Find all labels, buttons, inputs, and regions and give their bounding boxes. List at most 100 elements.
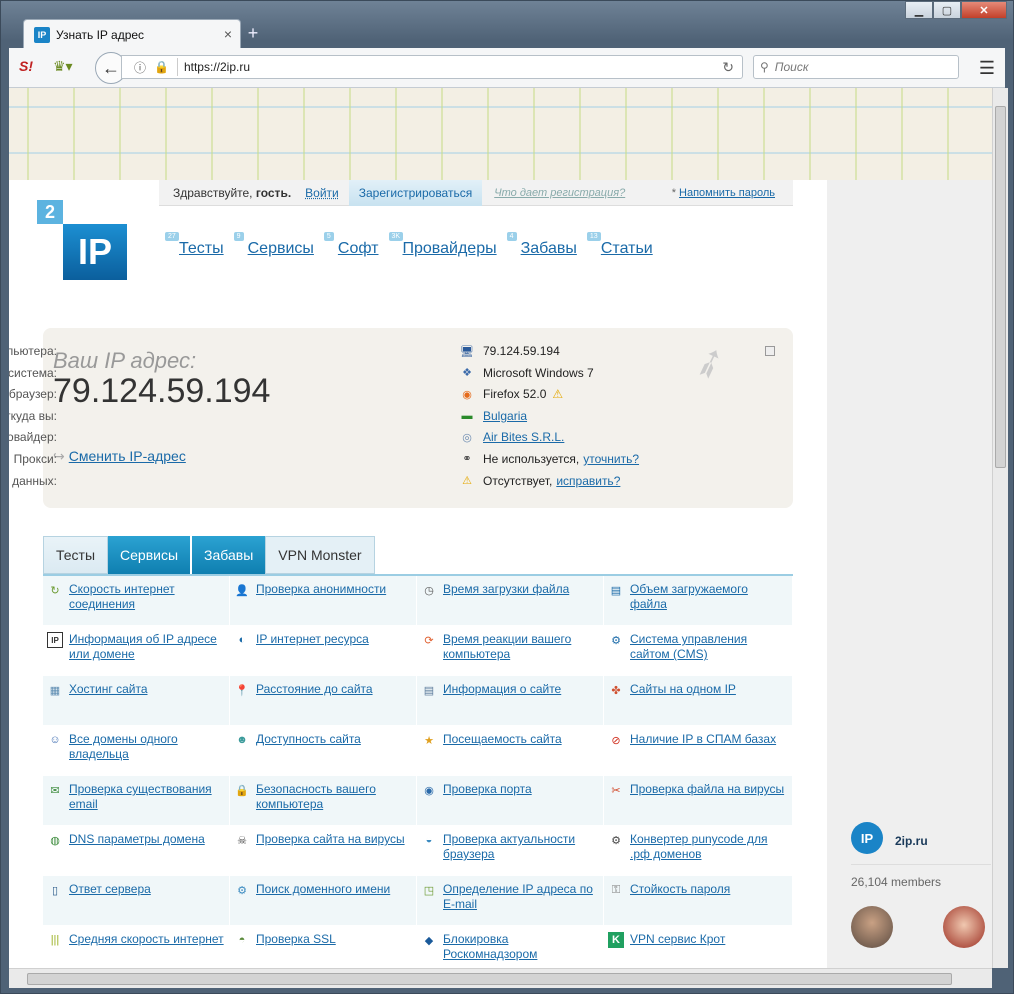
- tab-1[interactable]: Сервисы: [108, 536, 191, 574]
- service-link[interactable]: Информация об IP адресе или домене: [69, 632, 225, 675]
- nav-link[interactable]: Тесты: [179, 240, 224, 257]
- service-item[interactable]: ⚙ Система управления сайтом (CMS): [604, 626, 793, 676]
- service-item[interactable]: ⟳ Время реакции вашего компьютера: [417, 626, 604, 676]
- service-item[interactable]: 👤 Проверка анонимности: [230, 576, 417, 626]
- avatar[interactable]: [943, 906, 985, 948]
- login-link[interactable]: Войти: [305, 186, 339, 200]
- service-link[interactable]: Безопасность вашего компьютера: [256, 782, 412, 825]
- info-action-link[interactable]: исправить?: [556, 474, 620, 488]
- service-link[interactable]: Ответ сервера: [69, 882, 151, 925]
- service-item[interactable]: ◳ Определение IP адреса по E-mail: [417, 876, 604, 926]
- service-item[interactable]: ✤ Сайты на одном IP: [604, 676, 793, 726]
- service-item[interactable]: ||| Средняя скорость интернет: [43, 926, 230, 968]
- service-item[interactable]: 🔒 Безопасность вашего компьютера: [230, 776, 417, 826]
- widget-logo[interactable]: IP: [851, 822, 883, 854]
- nav-link[interactable]: Провайдеры: [403, 240, 497, 257]
- tab-2[interactable]: Забавы: [192, 536, 266, 574]
- registration-info-link[interactable]: Что дает регистрация?: [494, 187, 625, 199]
- service-link[interactable]: Проверка анонимности: [256, 582, 386, 625]
- menu-icon[interactable]: ☰: [979, 58, 995, 79]
- close-tab-icon[interactable]: ×: [224, 26, 232, 42]
- service-link[interactable]: IP интернет ресурса: [256, 632, 369, 675]
- service-item[interactable]: ☠ Проверка сайта на вирусы: [230, 826, 417, 876]
- service-item[interactable]: ◆ Блокировка Роскомнадзором: [417, 926, 604, 968]
- service-link[interactable]: DNS параметры домена: [69, 832, 205, 875]
- service-item[interactable]: ⚙ Конвертер punycode для .рф доменов: [604, 826, 793, 876]
- vertical-scrollbar[interactable]: [992, 88, 1008, 968]
- service-link[interactable]: Время загрузки файла: [443, 582, 569, 625]
- addon-sj-icon[interactable]: S!: [19, 58, 33, 74]
- service-link[interactable]: Наличие IP в СПАМ базах: [630, 732, 776, 775]
- service-link[interactable]: Все домены одного владельца: [69, 732, 225, 775]
- service-link[interactable]: Скорость интернет соединения: [69, 582, 225, 625]
- service-item[interactable]: ✉ Проверка существования email: [43, 776, 230, 826]
- service-link[interactable]: Проверка SSL: [256, 932, 336, 968]
- service-item[interactable]: ⚿ Стойкость пароля: [604, 876, 793, 926]
- register-button[interactable]: Зарегистрироваться: [348, 179, 483, 206]
- service-link[interactable]: Средняя скорость интернет: [69, 932, 224, 968]
- site-logo[interactable]: 2 IP: [37, 200, 129, 284]
- service-item[interactable]: ◓ Проверка SSL: [230, 926, 417, 968]
- service-item[interactable]: ◐ IP интернет ресурса: [230, 626, 417, 676]
- service-link[interactable]: Доступность сайта: [256, 732, 361, 775]
- service-item[interactable]: ◒ Проверка актуальности браузера: [417, 826, 604, 876]
- service-link[interactable]: Проверка файла на вирусы: [630, 782, 784, 825]
- service-item[interactable]: IP Информация об IP адресе или домене: [43, 626, 230, 676]
- nav-item[interactable]: 27 Тесты: [165, 232, 224, 258]
- service-item[interactable]: ◍ DNS параметры домена: [43, 826, 230, 876]
- service-link[interactable]: Система управления сайтом (CMS): [630, 632, 788, 675]
- change-ip-link[interactable]: Сменить IP-адрес: [69, 448, 186, 464]
- nav-item[interactable]: 5 Софт: [323, 232, 379, 258]
- service-item[interactable]: ☻ Доступность сайта: [230, 726, 417, 776]
- service-link[interactable]: Поиск доменного имени: [256, 882, 390, 925]
- new-tab-button[interactable]: +: [243, 23, 263, 44]
- service-item[interactable]: ☺ Все домены одного владельца: [43, 726, 230, 776]
- nav-item[interactable]: 4 Забавы: [506, 232, 577, 258]
- service-link[interactable]: Проверка сайта на вирусы: [256, 832, 405, 875]
- browser-tab[interactable]: IP Узнать IP адрес ×: [23, 19, 241, 49]
- remind-password-link[interactable]: Напомнить пароль: [679, 187, 775, 199]
- url-bar[interactable]: ⓘ 🔒 https://2ip.ru ↻: [121, 55, 743, 79]
- nav-item[interactable]: 13 Статьи: [586, 232, 653, 258]
- service-link[interactable]: Определение IP адреса по E-mail: [443, 882, 599, 925]
- service-item[interactable]: ↻ Скорость интернет соединения: [43, 576, 230, 626]
- addon-extension-icon[interactable]: ♛▾: [53, 58, 73, 75]
- nav-link[interactable]: Сервисы: [248, 240, 314, 257]
- service-link[interactable]: Стойкость пароля: [630, 882, 730, 925]
- avatar[interactable]: [851, 906, 893, 948]
- info-action-link[interactable]: уточнить?: [583, 452, 639, 466]
- service-link[interactable]: Конвертер punycode для .рф доменов: [630, 832, 788, 875]
- service-link[interactable]: Посещаемость сайта: [443, 732, 562, 775]
- info-value[interactable]: Air Bites S.R.L.: [483, 430, 564, 444]
- service-link[interactable]: Хостинг сайта: [69, 682, 148, 725]
- nav-link[interactable]: Софт: [338, 240, 379, 257]
- service-link[interactable]: VPN сервис Крот: [630, 932, 725, 968]
- widget-name[interactable]: 2ip.ru: [895, 834, 928, 848]
- horizontal-scrollbar[interactable]: [9, 968, 992, 988]
- service-item[interactable]: ▦ Хостинг сайта: [43, 676, 230, 726]
- reload-icon[interactable]: ↻: [722, 59, 734, 76]
- search-input[interactable]: ⚲ Поиск: [753, 55, 959, 79]
- service-link[interactable]: Проверка существования email: [69, 782, 225, 825]
- tab-0[interactable]: Тесты: [43, 536, 109, 574]
- service-link[interactable]: Время реакции вашего компьютера: [443, 632, 599, 675]
- service-item[interactable]: 📍 Расстояние до сайта: [230, 676, 417, 726]
- service-item[interactable]: ◉ Проверка порта: [417, 776, 604, 826]
- nav-item[interactable]: 9 Сервисы: [233, 232, 314, 258]
- service-item[interactable]: ▤ Информация о сайте: [417, 676, 604, 726]
- service-item[interactable]: ⚙ Поиск доменного имени: [230, 876, 417, 926]
- maximize-button[interactable]: ▢: [933, 1, 961, 19]
- service-link[interactable]: Объем загружаемого файла: [630, 582, 788, 625]
- info-value[interactable]: Bulgaria: [483, 409, 527, 423]
- minimize-button[interactable]: ▁: [905, 1, 933, 19]
- service-item[interactable]: K VPN сервис Крот: [604, 926, 793, 968]
- service-link[interactable]: Расстояние до сайта: [256, 682, 373, 725]
- nav-link[interactable]: Статьи: [601, 240, 653, 257]
- service-link[interactable]: Блокировка Роскомнадзором: [443, 932, 599, 968]
- service-item[interactable]: ▯ Ответ сервера: [43, 876, 230, 926]
- service-link[interactable]: Проверка актуальности браузера: [443, 832, 599, 875]
- toggle-checkbox[interactable]: [765, 346, 775, 356]
- service-link[interactable]: Информация о сайте: [443, 682, 561, 725]
- service-item[interactable]: ▤ Объем загружаемого файла: [604, 576, 793, 626]
- service-item[interactable]: ✂ Проверка файла на вирусы: [604, 776, 793, 826]
